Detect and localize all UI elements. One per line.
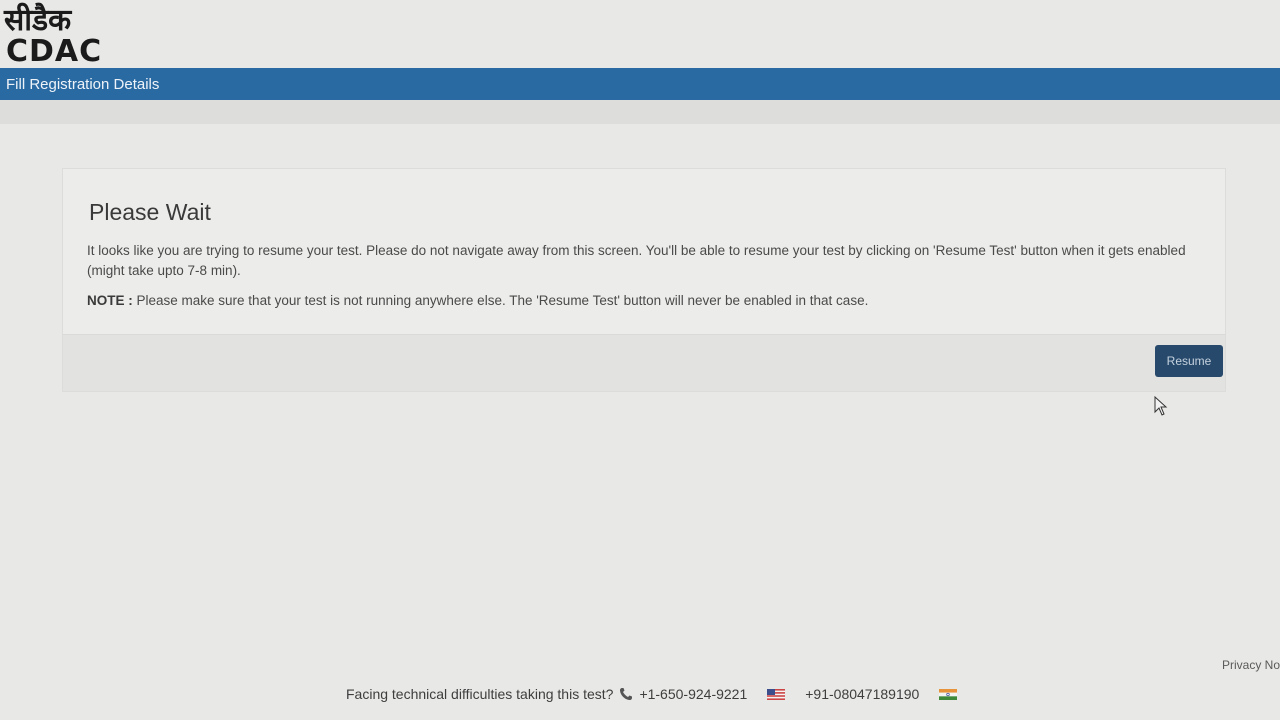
note-label: NOTE :	[87, 293, 133, 308]
resume-button[interactable]: Resume	[1155, 345, 1223, 377]
header-bar: Fill Registration Details	[0, 68, 1280, 100]
dialog-message: It looks like you are trying to resume y…	[87, 243, 1186, 278]
help-text: Facing technical difficulties taking thi…	[346, 686, 614, 702]
phone-icon	[620, 688, 633, 700]
cdac-logo: सीडैक CDAC	[2, 2, 142, 68]
header-subbar	[0, 100, 1280, 124]
us-phone-number[interactable]: +1-650-924-9221	[639, 686, 747, 702]
india-phone-number[interactable]: +91-08047189190	[805, 686, 919, 702]
logo-hindi-text: सीडैक	[4, 3, 72, 38]
please-wait-card: Please Wait It looks like you are trying…	[62, 168, 1226, 392]
support-footer: Facing technical difficulties taking thi…	[346, 686, 977, 702]
dialog-footer: Resume	[63, 334, 1225, 391]
privacy-notice-link[interactable]: Privacy No	[1222, 658, 1280, 672]
us-flag-icon	[767, 688, 786, 700]
india-flag-icon	[939, 688, 958, 700]
dialog-title: Please Wait	[89, 199, 211, 225]
logo-latin-text: CDAC	[6, 34, 103, 69]
header-title: Fill Registration Details	[6, 76, 160, 93]
dialog-note: NOTE : Please make sure that your test i…	[87, 293, 1197, 308]
mouse-pointer-icon	[1154, 396, 1168, 416]
note-text: Please make sure that your test is not r…	[132, 293, 869, 308]
